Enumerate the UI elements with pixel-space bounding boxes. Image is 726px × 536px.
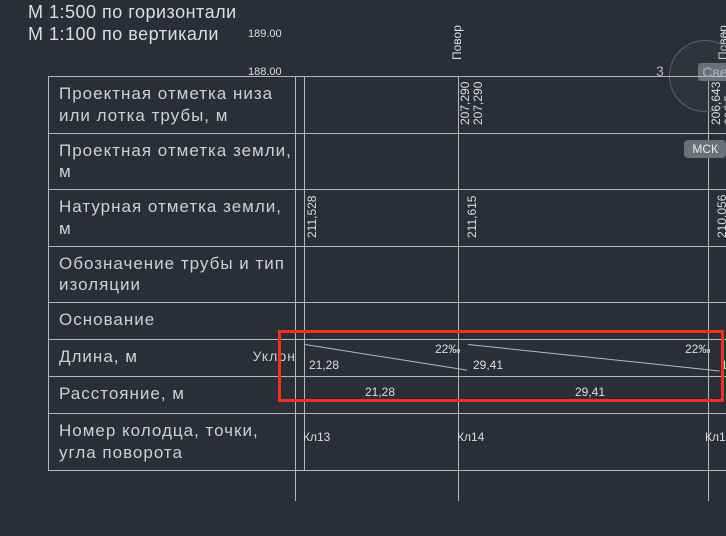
row-label: Натурная отметка земли, м bbox=[48, 190, 305, 246]
scale-vertical: М 1:100 по вертикали bbox=[28, 24, 219, 45]
row-pipe-designation: Обозначение трубы и тип изоляции bbox=[48, 246, 726, 303]
row-pipe-bottom-elevation: Проектная отметка низа или лотка трубы, … bbox=[48, 76, 726, 133]
elevation-tick-189: 189.00 bbox=[248, 28, 282, 40]
slope-line bbox=[468, 344, 720, 371]
len-val: 15,6 bbox=[721, 358, 726, 372]
val: 207,290 bbox=[471, 82, 485, 125]
val: 207,290 bbox=[458, 82, 472, 125]
row-design-ground-elevation: Проектная отметка земли, м bbox=[48, 133, 726, 190]
header-povor-1: Повор bbox=[450, 25, 464, 60]
row-label: Длина, м Уклон bbox=[48, 340, 305, 376]
row-survey-ground-elevation: Натурная отметка земли, м 211,528 211,61… bbox=[48, 189, 726, 246]
length-label: Длина, м bbox=[59, 347, 138, 366]
scale-horizontal: М 1:500 по горизонтали bbox=[28, 2, 237, 23]
row-cells: 22‰ 22‰ 21,28 29,41 15,6 bbox=[305, 340, 726, 376]
row-label: Расстояние, м bbox=[48, 377, 305, 413]
val: 206,643 bbox=[709, 82, 723, 125]
row-label: Проектная отметка низа или лотка трубы, … bbox=[48, 77, 305, 133]
val: 211,615 bbox=[465, 196, 479, 239]
row-manhole-number: Номер колодца, точки, угла поворота Кл13… bbox=[48, 413, 726, 471]
profile-table: Проектная отметка низа или лотка трубы, … bbox=[48, 76, 726, 471]
dist-val: 21,28 bbox=[365, 385, 395, 399]
val: 206,5 bbox=[722, 95, 726, 125]
viewcube-north: С bbox=[722, 26, 726, 42]
row-label: Номер колодца, точки, угла поворота bbox=[48, 414, 305, 470]
slope-val: 22‰ bbox=[685, 342, 710, 356]
row-cells: Кл13 Кл14 Кл15 bbox=[305, 414, 726, 470]
well-id: Кл13 bbox=[303, 430, 330, 444]
row-cells: 21,28 29,41 bbox=[305, 377, 726, 413]
dist-val: 29,41 bbox=[575, 385, 605, 399]
len-val: 29,41 bbox=[473, 358, 503, 372]
val: 211,528 bbox=[305, 196, 319, 239]
well-id: Кл15 bbox=[705, 430, 726, 444]
row-cells bbox=[305, 303, 726, 339]
row-label: Обозначение трубы и тип изоляции bbox=[48, 247, 305, 303]
slope-label: Уклон bbox=[253, 348, 296, 366]
row-label: Проектная отметка земли, м bbox=[48, 134, 305, 190]
row-cells: 211,528 211,615 210,056 bbox=[305, 190, 726, 246]
row-cells: 207,290 207,290 206,643 206,5 bbox=[305, 77, 726, 133]
row-length: Длина, м Уклон 22‰ 22‰ 21,28 29,41 15,6 bbox=[48, 339, 726, 376]
val: 210,056 bbox=[715, 195, 726, 238]
len-val: 21,28 bbox=[309, 358, 339, 372]
row-base: Основание bbox=[48, 302, 726, 339]
well-id: Кл14 bbox=[457, 430, 484, 444]
row-cells bbox=[305, 134, 726, 190]
slope-val: 22‰ bbox=[435, 342, 460, 356]
row-distance: Расстояние, м 21,28 29,41 bbox=[48, 376, 726, 413]
row-cells bbox=[305, 247, 726, 303]
row-label: Основание bbox=[48, 303, 305, 339]
cad-viewport: М 1:500 по горизонтали М 1:100 по вертик… bbox=[0, 0, 726, 536]
